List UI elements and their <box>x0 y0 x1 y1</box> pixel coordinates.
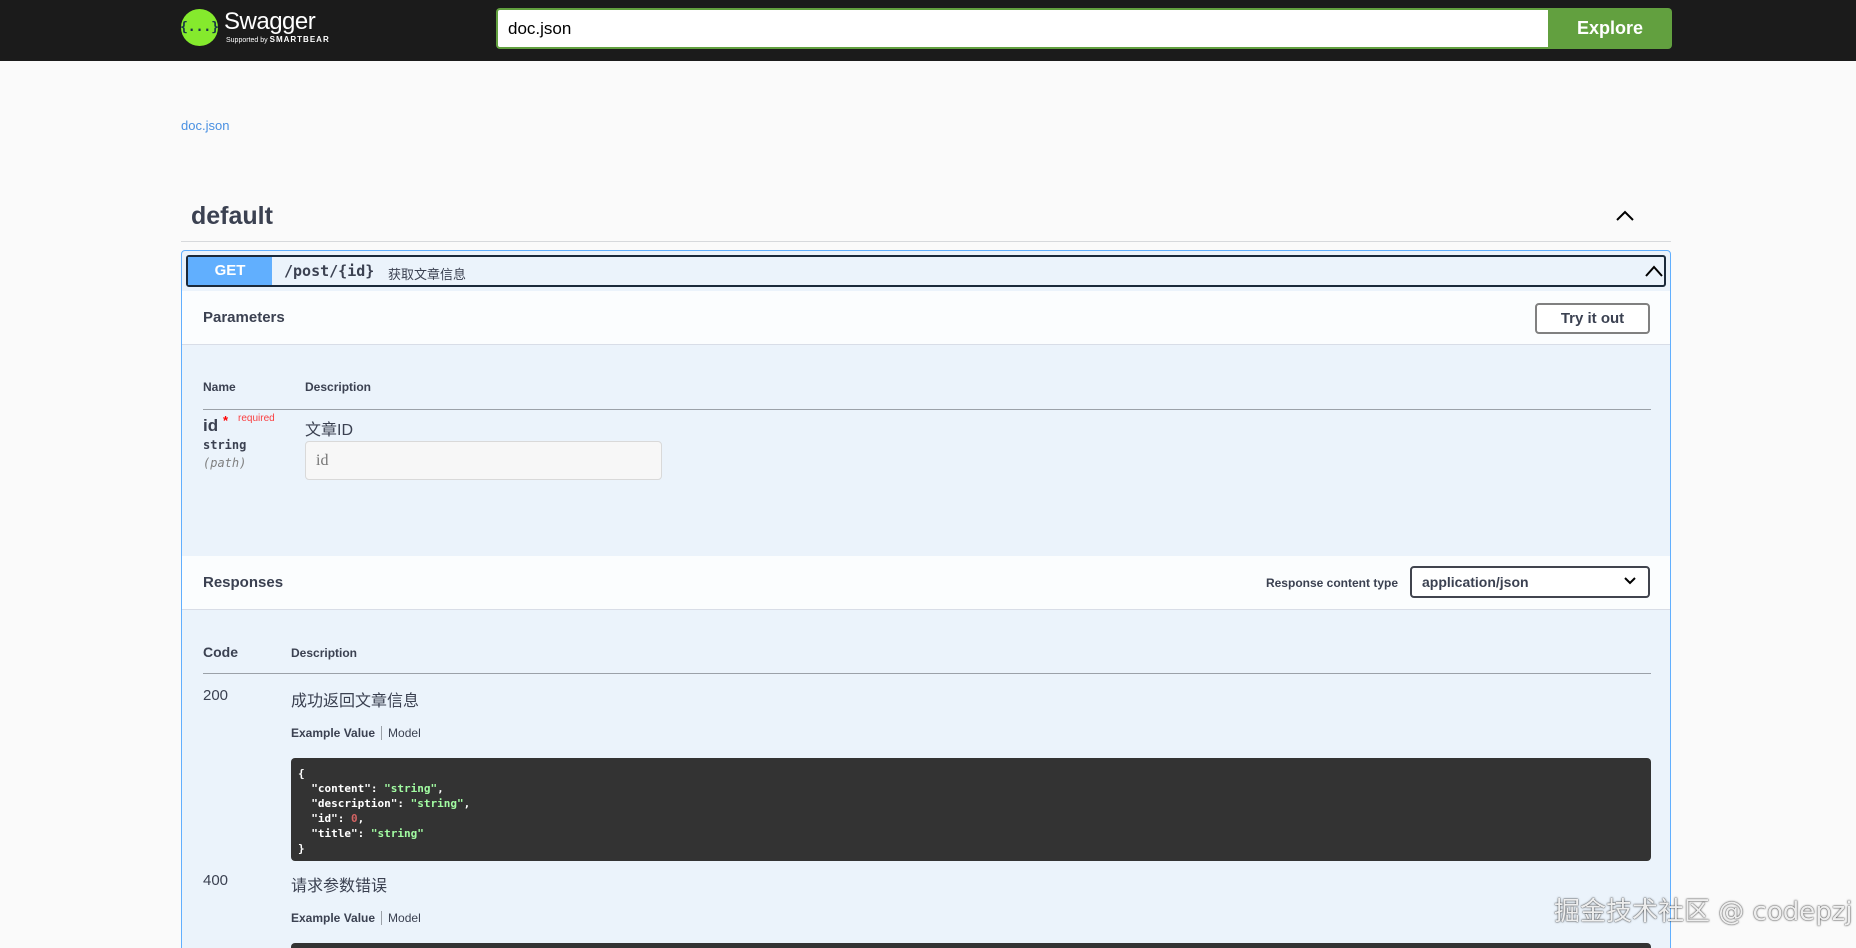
json-comma: , <box>357 812 365 825</box>
json-key: "id" <box>311 812 338 825</box>
swagger-logo[interactable]: {...} Swagger Supported by SMARTBEAR <box>180 9 330 46</box>
tag-name: default <box>191 202 273 230</box>
tab-example-value[interactable]: Example Value <box>291 911 383 925</box>
logo-subtitle: Supported by SMARTBEAR <box>226 35 330 46</box>
tag-section-header[interactable]: default <box>181 196 1671 242</box>
json-key: "title" <box>311 827 358 840</box>
response-description: 请求参数错误 <box>291 878 388 895</box>
json-comma: , <box>463 797 471 810</box>
operation-path: /post/{id} <box>284 262 375 280</box>
response-code: 400 <box>203 872 229 889</box>
response-content-type-label: Response content type <box>1265 576 1398 590</box>
param-name: id <box>203 416 219 435</box>
responses-header: Responses Response content type applicat… <box>182 556 1670 610</box>
spec-url-input[interactable] <box>496 8 1548 49</box>
resp-table-divider <box>203 673 1651 674</box>
parameter-row: id * required string (path) 文章ID <box>182 281 1670 480</box>
logo-supported-by: Supported by <box>226 37 268 44</box>
logo-brand: SMARTBEAR <box>269 35 330 44</box>
json-open-brace: { <box>298 767 305 780</box>
chevron-down-icon <box>1624 577 1636 585</box>
response-content-type-select[interactable]: application/json <box>1410 566 1650 598</box>
response-content-type-value: application/json <box>1422 574 1529 590</box>
spec-url-link[interactable]: doc.json <box>181 118 229 133</box>
explore-button[interactable]: Explore <box>1548 8 1672 49</box>
resp-col-code: Code <box>203 644 238 660</box>
param-description: 文章ID <box>305 422 354 439</box>
response-description: 成功返回文章信息 <box>291 693 420 710</box>
tab-model[interactable]: Model <box>382 726 421 740</box>
json-value: "string" <box>370 827 424 840</box>
swagger-logo-icon: {...} <box>180 9 219 46</box>
logo-name: Swagger <box>224 8 316 35</box>
json-value: 0 <box>351 812 358 825</box>
example-model-tabs: Example Value Model <box>291 911 421 925</box>
responses-title: Responses <box>203 574 284 591</box>
json-comma: , <box>437 782 444 795</box>
chevron-up-icon[interactable] <box>1615 206 1635 226</box>
example-json-code: { "content": "string", "description": "s… <box>291 758 1651 861</box>
logo-text: Swagger Supported by SMARTBEAR <box>224 9 330 46</box>
watermark: 掘金技术社区 @ codepzj <box>1554 897 1853 927</box>
chevron-up-icon[interactable] <box>1644 263 1664 279</box>
tab-example-value[interactable]: Example Value <box>291 726 383 740</box>
response-code: 200 <box>203 687 229 704</box>
operation-block: GET /post/{id} 获取文章信息 Parameters Try it … <box>181 250 1671 948</box>
example-json-code <box>291 943 1651 948</box>
required-label: required <box>238 413 275 424</box>
required-star: * <box>223 413 229 428</box>
param-table-divider <box>203 409 1651 410</box>
json-key: "description" <box>311 797 398 810</box>
param-id-input[interactable] <box>305 441 662 480</box>
param-type: string <box>203 438 247 452</box>
resp-col-description: Description <box>291 646 358 660</box>
tab-model[interactable]: Model <box>382 911 421 925</box>
json-close-brace: } <box>298 842 305 855</box>
json-value: "string" <box>410 797 464 810</box>
example-model-tabs: Example Value Model <box>291 726 421 740</box>
topbar: {...} Swagger Supported by SMARTBEAR Exp… <box>0 0 1856 61</box>
param-location: (path) <box>203 456 247 470</box>
json-key: "content" <box>311 782 371 795</box>
json-value: "string" <box>384 782 438 795</box>
